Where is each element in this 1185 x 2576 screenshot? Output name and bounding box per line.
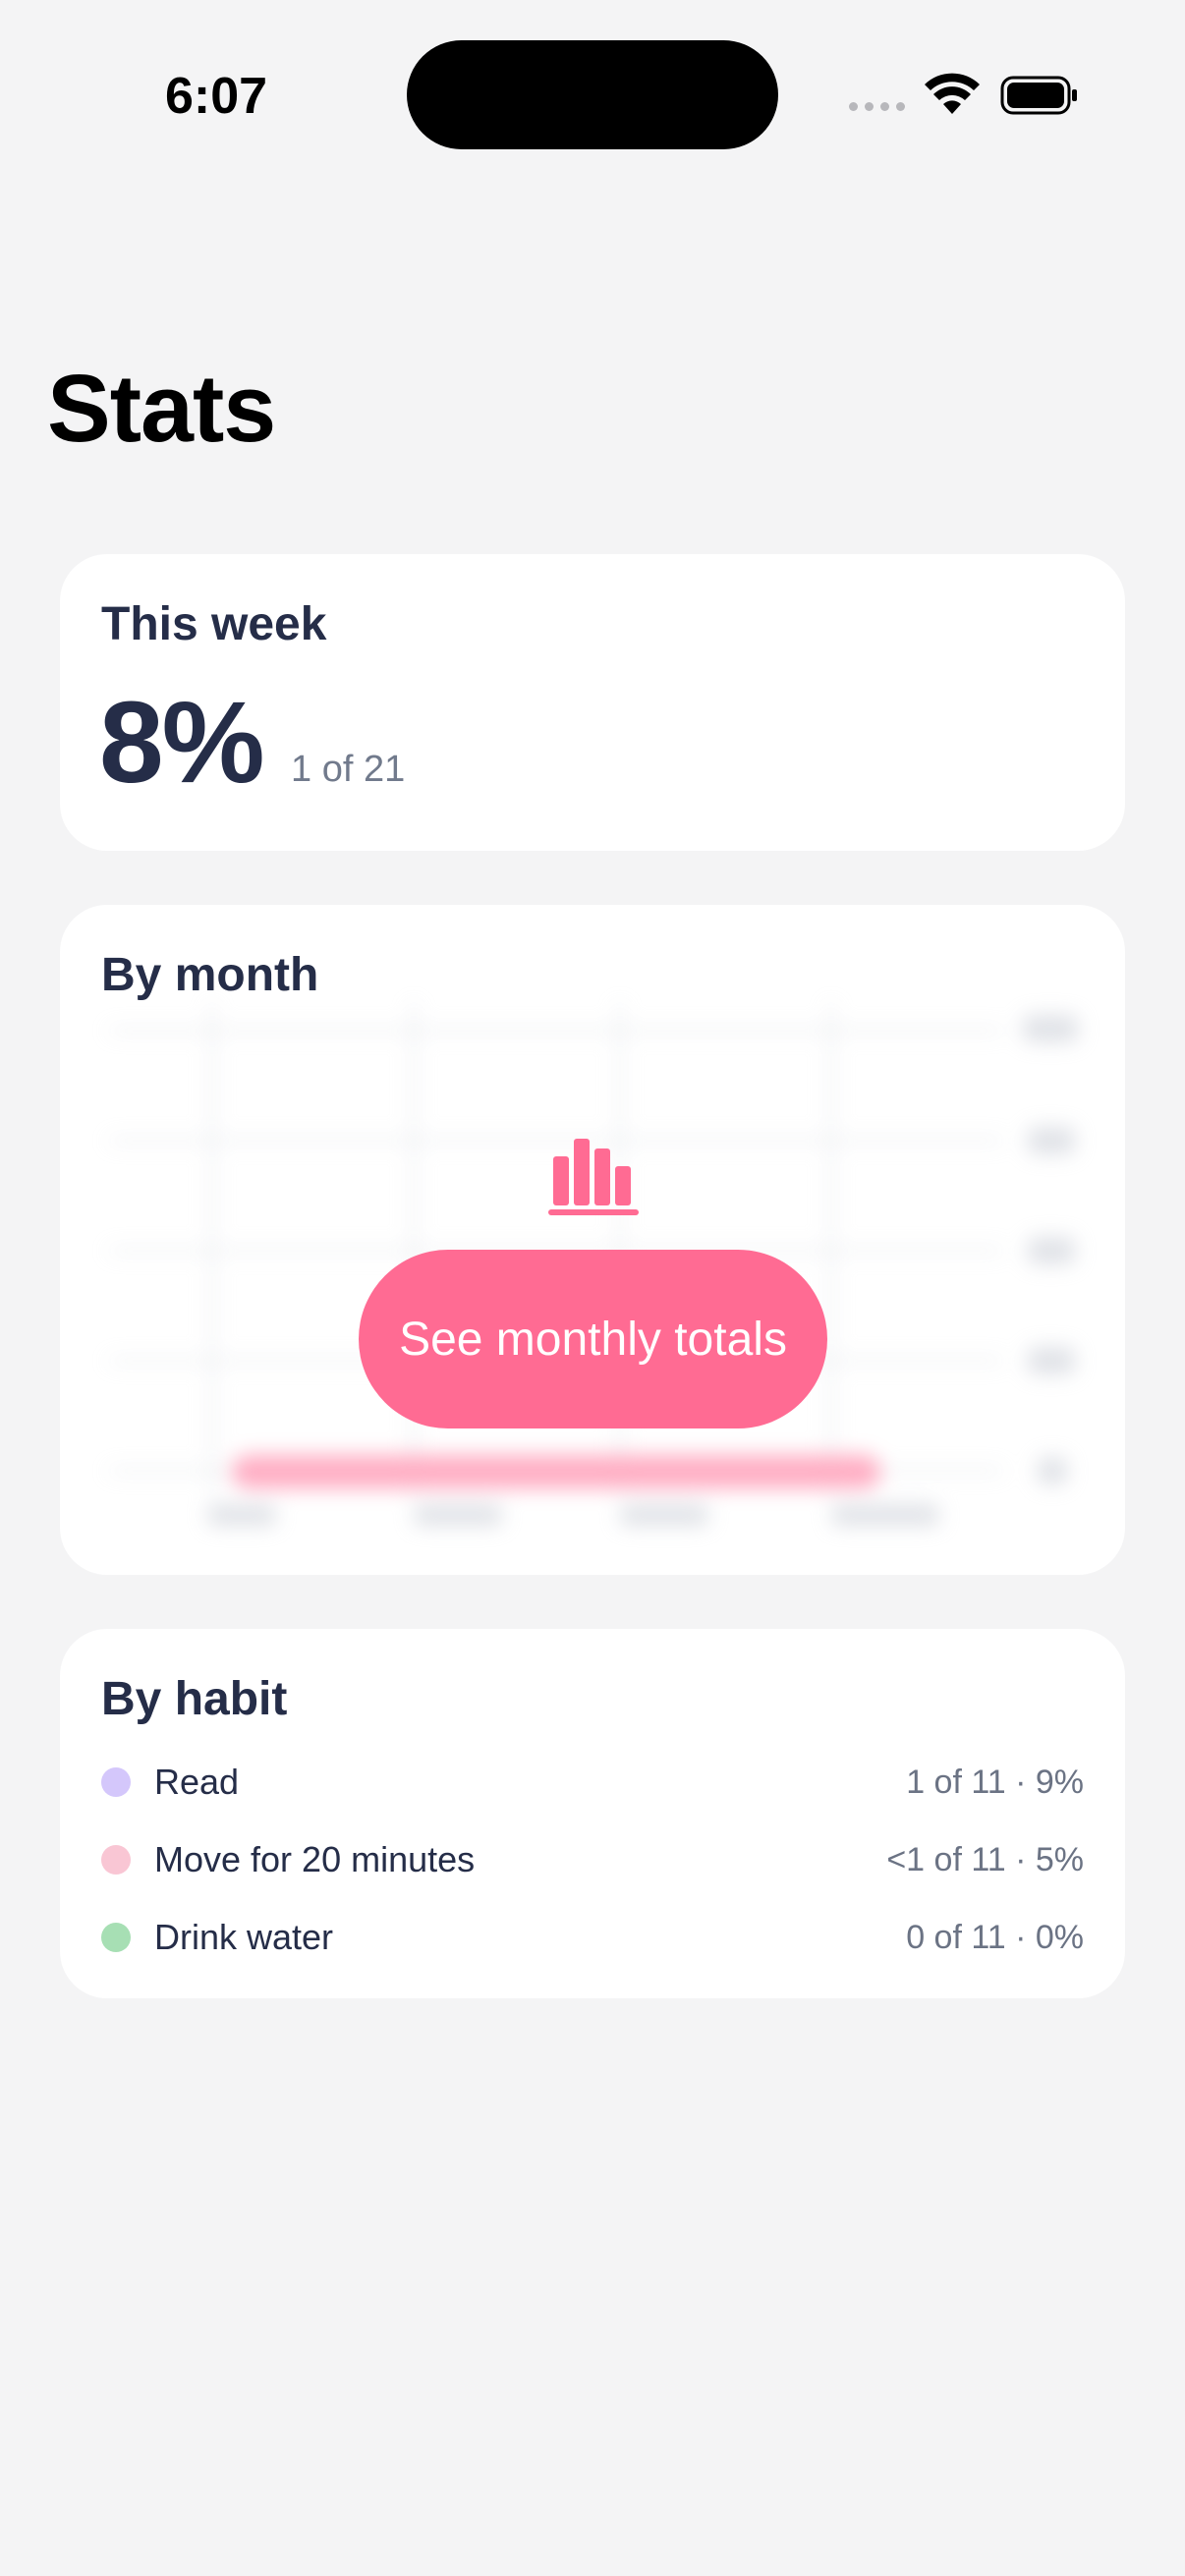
blurred-chart-placeholder <box>109 1003 1078 1526</box>
this-week-percent: 8% <box>99 678 265 808</box>
bar-chart-icon <box>548 1139 639 1215</box>
by-month-card: By month See monthly totals <box>60 905 1125 1575</box>
cellular-signal-icon <box>849 102 905 111</box>
this-week-card: This week 8% 1 of 21 <box>60 554 1125 851</box>
wifi-icon <box>925 73 980 114</box>
by-habit-card: By habit Read 1 of 11 · 9% Move for 20 m… <box>60 1629 1125 1998</box>
habit-row-read: Read 1 of 11 · 9% <box>101 1753 1084 1812</box>
habit-name: Read <box>154 1762 240 1802</box>
habit-stat: 1 of 11 · 9% <box>906 1763 1084 1801</box>
habit-color-dot <box>101 1845 131 1875</box>
page-title: Stats <box>47 355 276 462</box>
habit-row-move: Move for 20 minutes <1 of 11 · 5% <box>101 1830 1084 1889</box>
battery-icon <box>1000 76 1077 115</box>
by-month-title: By month <box>101 949 319 1001</box>
habit-row-drink-water: Drink water 0 of 11 · 0% <box>101 1908 1084 1967</box>
habit-name: Move for 20 minutes <box>154 1839 476 1879</box>
dynamic-island <box>407 40 778 149</box>
this-week-detail: 1 of 21 <box>291 749 406 790</box>
see-monthly-totals-button[interactable]: See monthly totals <box>359 1250 827 1428</box>
habit-name: Drink water <box>154 1917 334 1957</box>
habit-color-dot <box>101 1923 131 1952</box>
habit-stat: <1 of 11 · 5% <box>886 1840 1084 1878</box>
status-time: 6:07 <box>165 68 268 125</box>
by-habit-title: By habit <box>101 1673 288 1725</box>
this-week-title: This week <box>101 598 327 650</box>
habit-stat: 0 of 11 · 0% <box>906 1918 1084 1956</box>
habit-color-dot <box>101 1767 131 1797</box>
